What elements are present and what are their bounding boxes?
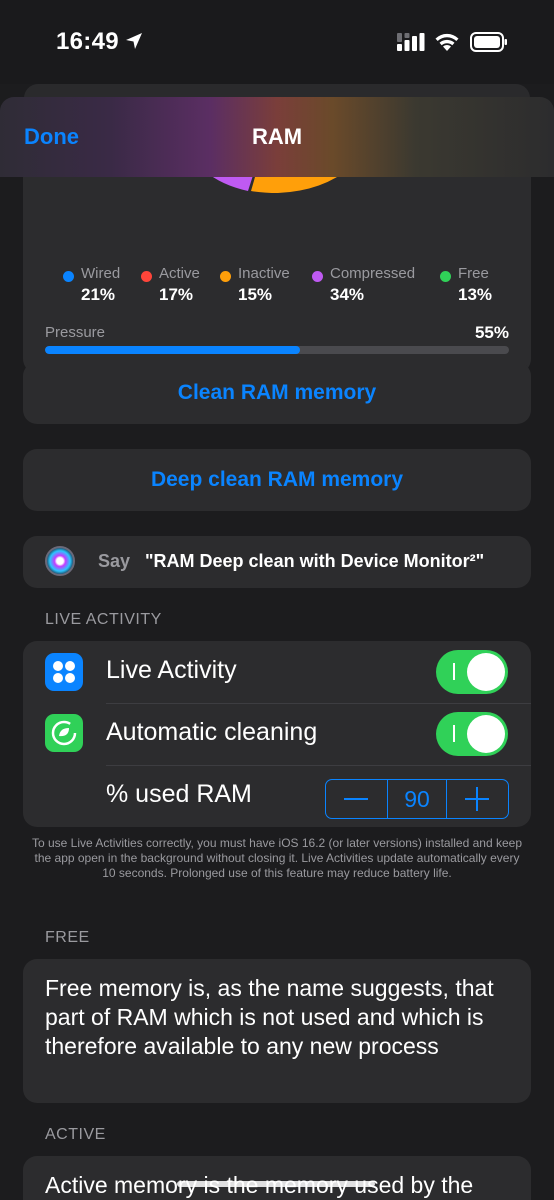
four-dots-icon — [53, 661, 75, 683]
row-divider — [106, 703, 531, 704]
legend-label: Wired — [81, 265, 121, 282]
legend-dot — [440, 271, 451, 282]
increment-button[interactable] — [447, 780, 508, 818]
legend-dot — [312, 271, 323, 282]
memory-legend: Wired 21% Active 17% Inactive 15% Compre… — [23, 264, 531, 324]
pressure-label: Pressure — [45, 324, 106, 341]
live-activity-card: Live Activity Automatic cleaning % used … — [23, 641, 531, 827]
legend-label: Compressed — [330, 265, 416, 282]
siri-shortcut-card[interactable]: Say "RAM Deep clean with Device Monitor²… — [23, 536, 531, 588]
legend-value: 15% — [238, 285, 273, 304]
toggle-on-mark — [453, 663, 455, 680]
active-description-card: Active memory is the memory used by the — [23, 1156, 531, 1200]
legend-dot — [220, 271, 231, 282]
live-activity-label: Live Activity — [106, 656, 237, 684]
toggle-knob — [467, 715, 505, 753]
deep-clean-ram-button[interactable]: Deep clean RAM memory — [23, 449, 531, 511]
used-ram-value: 90 — [387, 780, 447, 818]
legend-dot — [63, 271, 74, 282]
auto-clean-app-icon — [45, 714, 83, 752]
cellular-signal-icon — [397, 33, 425, 51]
free-description-card: Free memory is, as the name suggests, th… — [23, 959, 531, 1103]
live-activity-toggle[interactable] — [436, 650, 508, 694]
status-time: 16:49 — [56, 28, 119, 55]
free-description: Free memory is, as the name suggests, th… — [45, 975, 494, 1059]
home-indicator — [177, 1181, 375, 1187]
siri-phrase: "RAM Deep clean with Device Monitor²" — [145, 551, 485, 571]
pressure-value: 55% — [474, 323, 509, 342]
clean-ram-label: Clean RAM memory — [177, 381, 377, 404]
recycle-leaf-icon — [51, 720, 77, 746]
toggle-on-mark — [453, 725, 455, 742]
used-ram-label: % used RAM — [106, 780, 252, 808]
legend-label: Free — [458, 265, 489, 282]
free-header: FREE — [45, 929, 90, 946]
ram-sheet: Done RAM Wired 21% Active 17% Inactive 1… — [0, 97, 554, 1200]
used-ram-stepper: 90 — [325, 779, 509, 819]
live-activity-app-icon — [45, 653, 83, 691]
clean-ram-button[interactable]: Clean RAM memory — [23, 362, 531, 424]
auto-clean-label: Automatic cleaning — [106, 718, 318, 746]
live-activity-header: LIVE ACTIVITY — [45, 611, 162, 628]
legend-value: 21% — [81, 285, 116, 304]
active-header: ACTIVE — [45, 1126, 106, 1143]
active-description: Active memory is the memory used by the — [45, 1172, 474, 1198]
navigation-bar: Done RAM — [0, 97, 554, 177]
status-bar: 16:49 — [0, 0, 554, 84]
wifi-icon — [435, 33, 459, 51]
legend-value: 17% — [159, 285, 194, 304]
siri-say-label: Say — [98, 551, 131, 571]
pressure-bar — [45, 346, 509, 354]
minus-icon — [344, 798, 368, 800]
legend-value: 34% — [330, 285, 365, 304]
legend-label: Inactive — [238, 265, 290, 282]
battery-icon — [470, 32, 507, 52]
deep-clean-ram-label: Deep clean RAM memory — [150, 468, 404, 491]
page-title: RAM — [251, 124, 303, 149]
row-divider — [106, 765, 531, 766]
legend-dot — [141, 271, 152, 282]
decrement-button[interactable] — [326, 780, 387, 818]
toggle-knob — [467, 653, 505, 691]
auto-clean-toggle[interactable] — [436, 712, 508, 756]
live-activity-footnote: To use Live Activities correctly, you mu… — [31, 836, 522, 880]
legend-value: 13% — [458, 285, 493, 304]
location-arrow-icon — [126, 33, 142, 49]
siri-icon — [45, 546, 75, 576]
plus-icon-vertical — [476, 787, 478, 811]
pressure-bar-fill — [45, 346, 301, 354]
legend-label: Active — [159, 265, 200, 282]
